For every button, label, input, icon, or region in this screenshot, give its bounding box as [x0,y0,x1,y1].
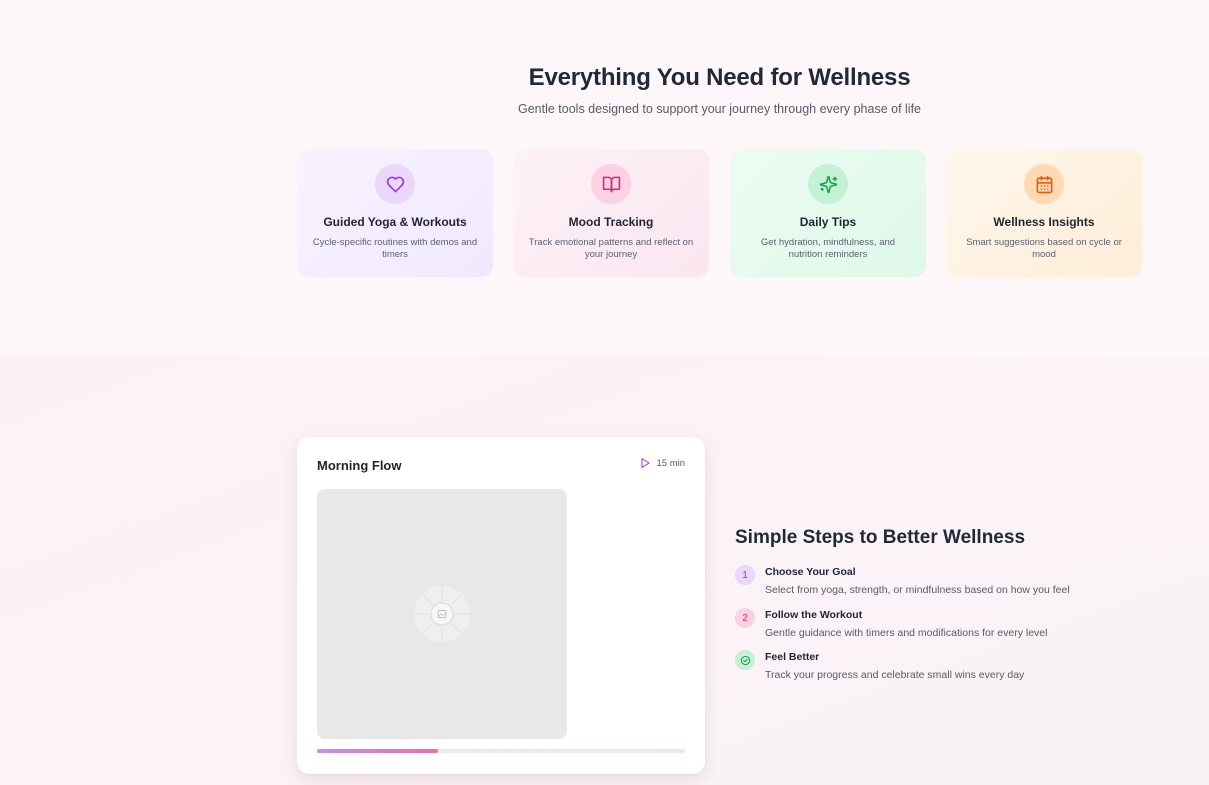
feature-card-yoga[interactable]: Guided Yoga & Workouts Cycle-specific ro… [297,149,493,277]
feature-card-title: Guided Yoga & Workouts [323,215,467,229]
calendar-icon [1024,164,1064,204]
features-title: Everything You Need for Wellness [528,64,911,91]
feature-card-mood[interactable]: Mood Tracking Track emotional patterns a… [513,149,709,277]
step-item: 2 Follow the Workout Gentle guidance wit… [735,608,1155,644]
features-subtitle: Gentle tools designed to support your jo… [517,102,922,116]
feature-card-description: Cycle-specific routines with demos and t… [312,237,478,260]
step-number: 2 [735,608,755,628]
player-title: Morning Flow [317,458,402,473]
feature-card-description: Track emotional patterns and reflect on … [528,237,694,260]
workout-progress-fill [317,749,439,753]
feature-card-description: Get hydration, mindfulness, and nutritio… [760,237,896,260]
step-title: Follow the Workout [765,609,863,621]
feature-card-title: Daily Tips [799,215,857,229]
step-number: 1 [735,565,755,585]
step-title: Feel Better [765,651,820,663]
heart-icon [375,164,415,204]
workout-media[interactable] [317,489,567,739]
check-circle-icon [735,650,755,670]
workout-player-card: Morning Flow 15 min [297,437,705,774]
steps-section: Morning Flow 15 min Simple Steps to Bett… [0,357,1209,785]
step-title: Choose Your Goal [765,566,856,578]
feature-card-title: Mood Tracking [568,215,654,229]
image-placeholder-icon [414,586,470,642]
workout-progress-bar[interactable] [317,749,685,753]
book-open-icon [591,164,631,204]
step-item: Feel Better Track your progress and cele… [735,650,1155,686]
feature-card-description: Smart suggestions based on cycle or mood [966,237,1122,260]
sparkles-icon [808,164,848,204]
feature-card-tips[interactable]: Daily Tips Get hydration, mindfulness, a… [730,149,926,277]
player-duration-label: 15 min [656,457,685,469]
step-item: 1 Choose Your Goal Select from yoga, str… [735,565,1155,601]
step-description: Select from yoga, strength, or mindfulne… [765,584,1070,596]
step-description: Track your progress and celebrate small … [765,669,1025,681]
step-description: Gentle guidance with timers and modifica… [765,627,1048,639]
steps-title: Simple Steps to Better Wellness [735,527,1026,548]
play-icon[interactable] [639,457,651,469]
feature-card-title: Wellness Insights [993,215,1095,229]
features-section: Everything You Need for Wellness Gentle … [0,0,1209,357]
player-duration[interactable]: 15 min [639,457,685,469]
feature-card-insights[interactable]: Wellness Insights Smart suggestions base… [946,149,1142,277]
